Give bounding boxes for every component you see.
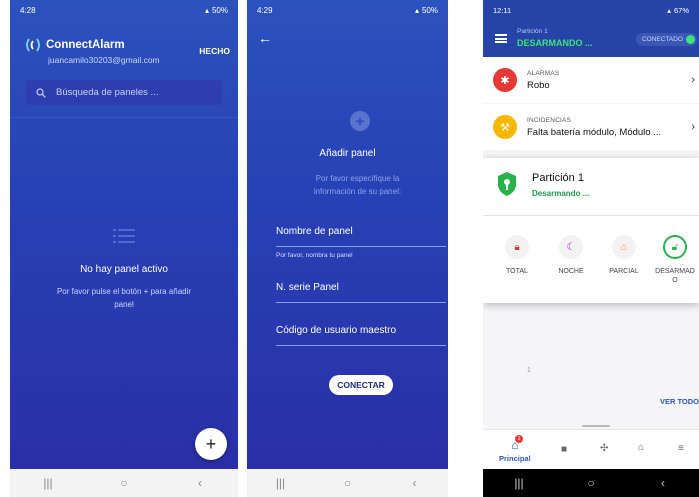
lock-icon: 🔒︎ [505, 235, 529, 259]
card-title: Partición 1 [532, 172, 584, 184]
incidents-row[interactable]: ⚒ INCIDENCIAS Falta batería módulo, Módu… [483, 104, 699, 150]
home-circle-icon[interactable]: ○ [112, 476, 136, 490]
connectalarm-logo-icon [26, 38, 40, 52]
app-header: 12:11 ▴ 67% Partición 1 DESARMANDO ... C… [483, 0, 699, 57]
add-circle-icon: + [350, 111, 370, 131]
wrench-icon: ⚒ [493, 115, 517, 139]
mode-disarm-button[interactable]: 🔓︎ DESARMADO [655, 235, 695, 285]
field-label: N. serie Panel [276, 282, 339, 293]
home-circle-icon[interactable]: ○ [579, 476, 603, 490]
page-title: Añadir panel [319, 148, 376, 159]
page-subtitle: Por favor especifique la información de … [313, 174, 402, 196]
mode-partial-button[interactable]: ⌂ PARCIAL [604, 235, 644, 276]
done-button[interactable]: HECHO [199, 46, 230, 56]
tab-label: Principal [499, 454, 531, 463]
alarms-row[interactable]: ✱ ALARMAS Robo › [483, 57, 699, 103]
search-input[interactable]: Búsqueda de paneles ... [26, 80, 222, 105]
divider [483, 215, 699, 216]
back-arrow-icon[interactable]: ← [258, 30, 272, 46]
card-status: Desarmando ... [532, 189, 590, 198]
battery-level: 50% [211, 5, 228, 15]
master-code-field[interactable]: Código de usuario maestro [276, 325, 446, 346]
recent-apps-icon[interactable]: ||| [507, 476, 531, 490]
drag-handle[interactable] [582, 425, 610, 427]
mode-total-button[interactable]: 🔒︎ TOTAL [497, 235, 537, 276]
ghost-count: 1 [527, 367, 531, 374]
see-all-link[interactable]: VER TODO [660, 397, 699, 406]
status-time: 4:29 [257, 5, 273, 15]
partition-status: DESARMANDO ... [517, 38, 593, 48]
status-bar: 12:11 ▴ 67% [483, 0, 699, 20]
add-panel-button[interactable]: + [195, 428, 227, 460]
alarms-category: ALARMAS [527, 69, 560, 77]
shield-icon [498, 172, 516, 196]
user-email: juancamilo30203@gmail.com [48, 55, 160, 65]
camera-icon[interactable]: ■ [561, 444, 567, 455]
battery-level: 50% [421, 5, 438, 15]
menu-icon[interactable] [495, 34, 507, 43]
signal-icon: ▴ [414, 5, 419, 15]
mode-night-button[interactable]: ☾ NOCHE [551, 235, 591, 276]
moon-icon: ☾ [559, 235, 583, 259]
more-menu-icon[interactable]: ≡ [678, 443, 684, 454]
status-bar: 4:29 ▴ 50% [247, 0, 448, 20]
recent-apps-icon[interactable]: ||| [36, 476, 60, 490]
screen-background: 4:28 ▴ 50% ConnectAlarm juancamilo30203@… [10, 0, 238, 469]
bottom-tab-bar: ⌂ 1 Principal ■ ✣ ⌂ ≡ [483, 425, 699, 469]
chevron-right-icon: › [691, 74, 695, 86]
mode-label: DESARMADO [655, 268, 695, 284]
empty-state-title: No hay panel activo [80, 264, 168, 275]
partition-name: Partición 1 [517, 28, 548, 35]
alarms-value: Robo [527, 79, 550, 91]
list-icon [113, 229, 135, 243]
home-icon: ⌂ 1 [499, 435, 531, 452]
system-nav-bar: ||| ○ ‹ [483, 469, 699, 497]
partition-card: Partición 1 Desarmando ... 🔒︎ TOTAL ☾ NO… [483, 158, 699, 303]
divider [10, 117, 238, 118]
back-icon[interactable]: ‹ [188, 476, 212, 490]
system-nav-bar: ||| ○ ‹ [247, 469, 448, 497]
screen-background: 4:29 ▴ 50% ← + Añadir panel Por favor es… [247, 0, 448, 469]
house-icon[interactable]: ⌂ [638, 442, 644, 453]
search-placeholder: Búsqueda de paneles ... [56, 87, 159, 98]
home-circle-icon[interactable]: ○ [336, 476, 360, 490]
connect-button[interactable]: CONECTAR [329, 375, 393, 395]
unlock-icon: 🔓︎ [663, 235, 687, 259]
phone-add-panel: 4:29 ▴ 50% ← + Añadir panel Por favor es… [247, 0, 448, 497]
signal-icon: ▴ [204, 5, 209, 15]
notification-badge: 1 [515, 435, 523, 443]
app-header: ConnectAlarm juancamilo30203@gmail.com H… [24, 38, 230, 65]
chevron-right-icon: › [691, 121, 695, 133]
status-bar: 4:28 ▴ 50% [10, 0, 238, 20]
signal-icon: ▴ [667, 5, 671, 15]
search-icon [36, 87, 46, 98]
back-icon[interactable]: ‹ [651, 476, 675, 490]
back-icon[interactable]: ‹ [403, 476, 427, 490]
connection-badge: CONECTADO [635, 33, 697, 46]
app-title: ConnectAlarm [46, 39, 125, 51]
panel-name-hint: Por favor, nombra tu panel [276, 252, 353, 259]
phone-panel-list: 4:28 ▴ 50% ConnectAlarm juancamilo30203@… [10, 0, 238, 497]
alarm-siren-icon: ✱ [493, 68, 517, 92]
incidents-value: Falta batería módulo, Módulo ... [527, 126, 662, 138]
system-nav-bar: ||| ○ ‹ [10, 469, 238, 497]
status-time: 4:28 [20, 5, 36, 15]
automation-icon[interactable]: ✣ [600, 443, 608, 454]
recent-apps-icon[interactable]: ||| [269, 476, 293, 490]
field-label: Nombre de panel [276, 226, 353, 237]
field-label: Código de usuario maestro [276, 325, 397, 336]
mode-label: TOTAL [506, 268, 528, 275]
serial-number-field[interactable]: N. serie Panel [276, 282, 446, 303]
incidents-category: INCIDENCIAS [527, 116, 572, 124]
empty-state-subtitle: Por favor pulse el botón + para añadir p… [56, 287, 192, 309]
mode-label: PARCIAL [609, 268, 639, 275]
phone-dashboard: 12:11 ▴ 67% Partición 1 DESARMANDO ... C… [483, 0, 699, 497]
battery-level: 67% [673, 5, 689, 15]
status-time: 12:11 [493, 5, 512, 15]
panel-name-field[interactable]: Nombre de panel [276, 226, 446, 247]
home-icon: ⌂ [612, 235, 636, 259]
mode-label: NOCHE [558, 268, 584, 275]
tab-principal[interactable]: ⌂ 1 Principal [499, 435, 531, 463]
